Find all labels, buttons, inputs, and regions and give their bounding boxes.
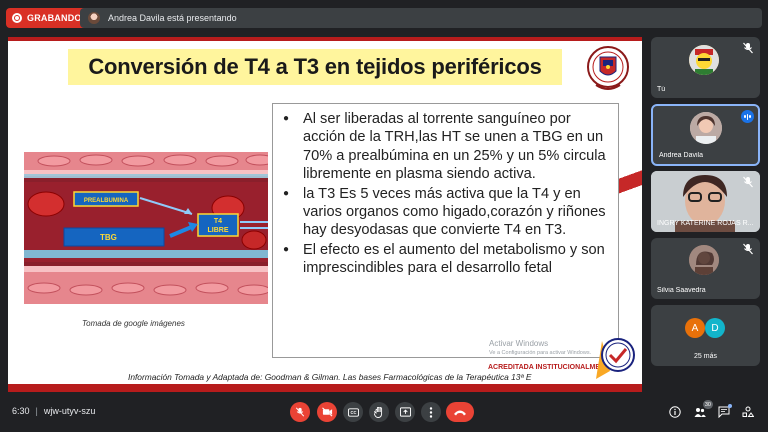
leave-call-button[interactable] <box>446 402 474 422</box>
mic-toggle-button[interactable] <box>290 402 310 422</box>
libre-label: LIBRE <box>208 227 229 234</box>
avatar-initial-d: D <box>705 318 725 338</box>
camera-toggle-button[interactable] <box>317 402 337 422</box>
raise-hand-button[interactable] <box>369 402 389 422</box>
bullet-list: Al ser liberadas al torrente sanguíneo p… <box>283 110 610 278</box>
record-icon <box>12 13 22 23</box>
slide-title-box: Conversión de T4 a T3 en tejidos perifér… <box>68 49 562 85</box>
captions-icon: CC <box>347 407 359 417</box>
presentation-slide: Conversión de T4 a T3 en tejidos perifér… <box>8 37 642 392</box>
t4-label: T4 <box>214 218 222 225</box>
profile-photo-icon <box>690 112 722 144</box>
mic-off-icon <box>743 42 753 54</box>
chat-notification-dot <box>728 404 732 408</box>
meeting-code: wjw-utyv-szu <box>43 406 96 416</box>
bullet-item: Al ser liberadas al torrente sanguíneo p… <box>283 110 610 184</box>
avatar-initial-a: A <box>685 318 705 338</box>
camera-off-icon <box>321 407 332 417</box>
presenting-banner: Andrea Davila está presentando <box>80 8 762 28</box>
raise-hand-icon <box>374 406 383 418</box>
mic-off-icon <box>743 243 753 255</box>
accreditation-badge-icon <box>596 338 635 379</box>
presenting-text: Andrea Davila está presentando <box>108 13 237 23</box>
meeting-time: 6:30 <box>12 406 30 416</box>
avatar <box>689 45 719 75</box>
image-caption: Tomada de google imágenes <box>82 319 185 328</box>
presenter-avatar <box>88 12 100 24</box>
avatar <box>690 112 722 144</box>
meeting-info: 6:30 | wjw-utyv-szu <box>12 406 96 416</box>
speaking-indicator-icon <box>741 110 754 123</box>
participant-name: Andrea Davila <box>659 152 703 159</box>
bullet-text-box: Al ser liberadas al torrente sanguíneo p… <box>272 103 619 358</box>
participant-tile-silvia[interactable]: Silvia Saavedra <box>651 238 760 299</box>
participant-name: INGRY KATERINE ROJAS R... <box>657 220 754 227</box>
slide-title: Conversión de T4 a T3 en tejidos perifér… <box>88 54 542 79</box>
more-options-button[interactable] <box>421 402 441 422</box>
activities-icon <box>742 406 754 417</box>
participant-name: Silvia Saavedra <box>657 287 706 294</box>
participant-tile-self[interactable]: Tú <box>651 37 760 98</box>
slide-top-stripe <box>8 37 642 41</box>
participant-tile-more[interactable]: A D 25 más <box>651 305 760 366</box>
participant-tile-andrea[interactable]: Andrea Davila <box>651 104 760 166</box>
bottom-control-bar: 6:30 | wjw-utyv-szu CC 30 <box>0 396 768 432</box>
more-participants-label: 25 más <box>694 353 717 360</box>
bitmoji-avatar-icon <box>689 45 719 75</box>
meet-window: GRABANDO Andrea Davila está presentando … <box>0 0 768 432</box>
hangup-icon <box>454 410 466 415</box>
present-icon <box>399 407 411 417</box>
profile-photo-icon <box>689 245 719 275</box>
tbg-label: TBG <box>100 233 117 242</box>
people-count-badge: 30 <box>702 400 713 409</box>
chat-button[interactable] <box>716 404 732 420</box>
bullet-item: El efecto es el aumento del metabolismo … <box>283 241 610 278</box>
participant-tile-ingry[interactable]: INGRY KATERINE ROJAS R... <box>651 171 760 232</box>
slide-footer-citation: Información Tomada y Adaptada de: Goodma… <box>128 372 532 382</box>
activities-button[interactable] <box>740 404 756 420</box>
mic-off-icon <box>295 407 305 417</box>
prealbumina-label: PREALBUMINA <box>84 198 129 204</box>
blood-vessel-image: PREALBUMINA TBG T4 LIBRE <box>24 152 268 304</box>
present-button[interactable] <box>395 402 415 422</box>
recording-badge[interactable]: GRABANDO <box>6 8 90 28</box>
captions-button[interactable]: CC <box>343 402 363 422</box>
university-seal-icon <box>587 46 629 90</box>
participant-name: Tú <box>657 86 666 93</box>
svg-text:CC: CC <box>350 410 356 415</box>
more-options-icon <box>429 406 433 418</box>
avatar <box>689 245 719 275</box>
mic-off-icon <box>743 176 753 188</box>
slide-bottom-stripe <box>8 384 642 392</box>
people-button[interactable]: 30 <box>692 400 713 420</box>
meeting-details-button[interactable] <box>667 404 683 420</box>
bullet-item: la T3 Es 5 veces más activa que la T4 y … <box>283 185 610 240</box>
info-icon <box>669 406 681 418</box>
top-bar: GRABANDO Andrea Davila está presentando <box>0 0 768 34</box>
recording-label: GRABANDO <box>27 13 82 23</box>
